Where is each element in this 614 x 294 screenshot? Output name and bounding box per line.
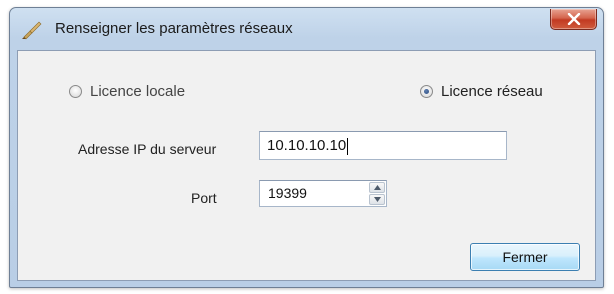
dialog-window: Renseigner les paramètres réseaux Licenc… [9, 7, 604, 288]
server-ip-label: Adresse IP du serveur [78, 141, 217, 157]
port-value: 19399 [268, 185, 307, 201]
window-close-button[interactable] [550, 9, 597, 30]
close-button[interactable]: Fermer [470, 243, 580, 271]
local-license-label: Licence locale [90, 83, 186, 100]
port-stepper[interactable]: 19399 [259, 180, 387, 207]
port-increment-button[interactable] [369, 182, 385, 193]
port-decrement-button[interactable] [369, 194, 385, 205]
title-bar[interactable]: Renseigner les paramètres réseaux [10, 8, 603, 50]
arrow-down-icon [374, 197, 381, 202]
close-x-icon [567, 13, 581, 25]
network-license-radio[interactable]: Licence réseau [420, 83, 543, 100]
server-ip-input[interactable]: 10.10.10.10 [259, 131, 507, 160]
arrow-up-icon [374, 185, 381, 190]
server-ip-value: 10.10.10.10 [267, 137, 347, 154]
dialog-content: Licence locale Licence réseau Adresse IP… [17, 50, 596, 281]
radio-checked-icon[interactable] [420, 85, 433, 98]
local-license-radio[interactable]: Licence locale [69, 83, 185, 100]
port-label: Port [191, 190, 217, 206]
radio-unchecked-icon[interactable] [69, 85, 82, 98]
text-caret [347, 137, 349, 155]
brush-icon [21, 20, 43, 40]
network-license-label: Licence réseau [441, 83, 543, 100]
window-title: Renseigner les paramètres réseaux [55, 20, 293, 37]
